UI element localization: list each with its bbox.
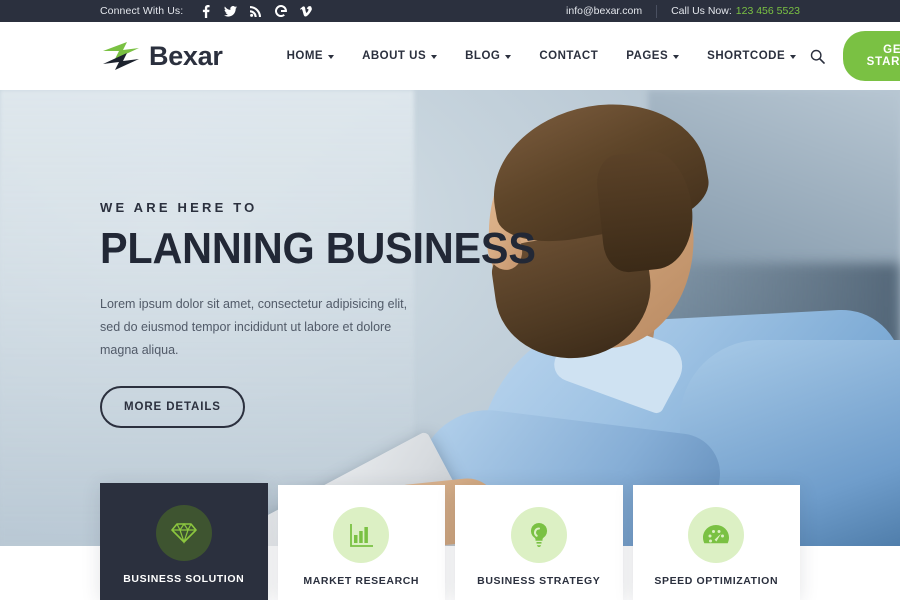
top-bar-contact: info@bexar.com Call Us Now: 123 456 5523 xyxy=(566,4,800,18)
hero-section: WE ARE HERE TO PLANNING BUSINESS Lorem i… xyxy=(0,90,900,546)
service-card-business-solution[interactable]: BUSINESS SOLUTION xyxy=(100,483,268,600)
social-links: Connect With Us: xyxy=(100,4,318,18)
chevron-down-icon xyxy=(673,55,680,59)
hero-photo-businessman xyxy=(223,90,900,546)
bar-chart-icon xyxy=(350,524,374,547)
vimeo-icon[interactable] xyxy=(293,5,318,17)
connect-with-us-label: Connect With Us: xyxy=(100,5,184,17)
twitter-icon[interactable] xyxy=(218,5,243,17)
service-card-title: MARKET RESEARCH xyxy=(303,575,420,587)
nav-item-pages[interactable]: PAGES xyxy=(612,50,693,62)
nav-item-blog[interactable]: BLOG xyxy=(451,50,525,62)
hero-title: PLANNING BUSINESS xyxy=(100,224,536,273)
service-card-business-strategy[interactable]: BUSINESS STRATEGY xyxy=(455,485,623,600)
facebook-icon[interactable] xyxy=(193,4,218,18)
google-icon[interactable] xyxy=(268,5,293,17)
nav-label: HOME xyxy=(286,50,324,62)
bar-chart-icon-wrap xyxy=(333,507,390,563)
chevron-down-icon xyxy=(328,55,335,59)
nav-item-contact[interactable]: CONTACT xyxy=(525,50,612,62)
logo[interactable]: Bexar xyxy=(100,39,223,73)
speedometer-icon-wrap xyxy=(688,507,745,563)
chevron-down-icon xyxy=(790,55,797,59)
nav-label: CONTACT xyxy=(539,50,599,62)
service-card-title: BUSINESS SOLUTION xyxy=(123,573,245,585)
logo-text: Bexar xyxy=(149,40,223,71)
get-started-button[interactable]: GET STARTED xyxy=(843,31,900,81)
nav-item-about-us[interactable]: ABOUT US xyxy=(348,50,451,62)
header-actions: GET STARTED xyxy=(810,31,900,81)
diamond-icon-wrap xyxy=(155,505,212,561)
service-card-speed-optimization[interactable]: SPEED OPTIMIZATION xyxy=(632,485,800,600)
nav-label: ABOUT US xyxy=(362,50,427,62)
service-card-title: SPEED OPTIMIZATION xyxy=(654,575,779,587)
site-header: Bexar HOME ABOUT US BLOG CONTACT PAGES S… xyxy=(0,22,900,90)
nav-item-shortcode[interactable]: SHORTCODE xyxy=(693,50,810,62)
top-bar: Connect With Us: info@bexar.com Call Us … xyxy=(0,0,900,22)
phone-number[interactable]: 123 456 5523 xyxy=(736,5,800,17)
hero-eyebrow: WE ARE HERE TO xyxy=(100,200,258,215)
hero-paragraph: Lorem ipsum dolor sit amet, consectetur … xyxy=(100,297,408,358)
service-card-market-research[interactable]: MARKET RESEARCH xyxy=(277,485,445,600)
lightbulb-icon xyxy=(530,522,547,547)
chevron-down-icon xyxy=(431,55,438,59)
search-icon[interactable] xyxy=(810,47,825,65)
diamond-icon xyxy=(170,522,197,544)
divider xyxy=(656,4,658,18)
chevron-down-icon xyxy=(505,55,512,59)
logo-icon xyxy=(103,42,139,70)
nav-label: PAGES xyxy=(626,50,669,62)
hero-content: WE ARE HERE TO PLANNING BUSINESS Lorem i… xyxy=(100,200,536,429)
nav-item-home[interactable]: HOME xyxy=(273,50,349,62)
call-us-label: Call Us Now: xyxy=(671,5,732,17)
more-details-button[interactable]: MORE DETAILS xyxy=(100,386,245,429)
rss-icon[interactable] xyxy=(243,5,268,17)
main-navigation: HOME ABOUT US BLOG CONTACT PAGES SHORTCO… xyxy=(273,50,811,62)
service-cards: BUSINESS SOLUTION MARKET RESEARCH BUSINE… xyxy=(0,483,900,600)
nav-label: BLOG xyxy=(465,50,501,62)
nav-label: SHORTCODE xyxy=(707,50,786,62)
email-link[interactable]: info@bexar.com xyxy=(566,5,642,17)
lightbulb-icon-wrap xyxy=(510,507,567,563)
service-card-title: BUSINESS STRATEGY xyxy=(477,575,601,587)
speedometer-icon xyxy=(703,525,730,544)
